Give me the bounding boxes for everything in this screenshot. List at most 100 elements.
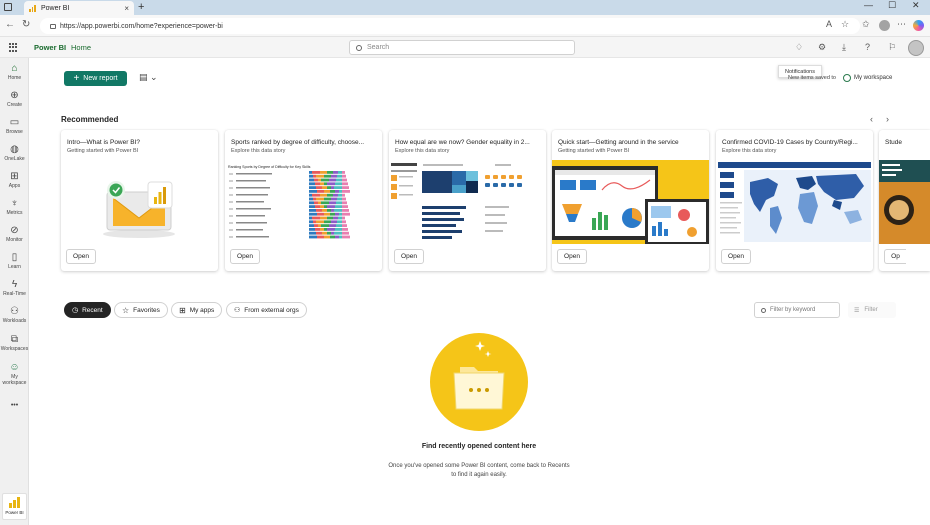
decorative-bar-segment: [342, 201, 347, 205]
decorative-bar-segment: [313, 197, 316, 201]
recommended-card[interactable]: Quick start—Getting around in the servic…: [552, 130, 709, 271]
recommended-card[interactable]: Intro—What is Power BI? Getting started …: [61, 130, 218, 271]
decorative-bar-segment: [342, 212, 350, 216]
new-report-button[interactable]: + New report: [64, 71, 127, 86]
nav-realtime[interactable]: ϟ Real-Time: [0, 279, 29, 297]
decorative-bar-segment: [342, 228, 348, 231]
nav-create[interactable]: ⊕ Create: [0, 90, 29, 108]
nav-monitor[interactable]: ⊘ Monitor: [0, 225, 29, 243]
filter-recent[interactable]: ◷ Recent: [64, 302, 111, 318]
favorite-star-icon[interactable]: ☆: [841, 19, 849, 30]
nav-metrics[interactable]: ♆ Metrics: [0, 198, 29, 216]
powerbi-tab-icon: [29, 4, 37, 12]
notifications-icon[interactable]: ♢: [795, 42, 803, 53]
carousel-next-icon[interactable]: ›: [886, 114, 889, 124]
decorative-bar-segment: [317, 212, 324, 216]
nav-workloads[interactable]: ⚇ Workloads: [0, 306, 29, 324]
tab-close-icon[interactable]: ×: [124, 4, 129, 13]
card-title: How equal are we now? Gender equality in…: [395, 139, 530, 146]
refresh-icon[interactable]: ↻: [22, 19, 30, 30]
nav-onelake[interactable]: ◍ OneLake: [0, 144, 29, 162]
filter-external-orgs[interactable]: ⚇ From external orgs: [226, 302, 307, 318]
nav-workspaces[interactable]: ⧉ Workspaces: [0, 334, 29, 352]
decorative-bar-segment: [330, 212, 335, 216]
powerbi-logo-icon: [3, 497, 26, 508]
decorative-bar-segment: [318, 178, 321, 182]
nav-my-workspace[interactable]: ☺ My workspace: [0, 362, 29, 386]
close-window-button[interactable]: ✕: [912, 0, 920, 11]
settings-gear-icon[interactable]: ⚙: [818, 42, 826, 53]
recommended-card[interactable]: Confirmed COVID-19 Cases by Country/Regi…: [716, 130, 873, 271]
filter-button[interactable]: ☰ Filter: [848, 302, 896, 318]
decorative-bar-segment: [342, 209, 349, 212]
nav-learn[interactable]: ▯ Learn: [0, 252, 29, 270]
open-button[interactable]: Open: [66, 249, 96, 264]
feedback-icon[interactable]: ⚐: [888, 42, 896, 53]
filter-my-apps[interactable]: ⊞ My apps: [171, 302, 223, 318]
left-navigation: ⌂ Home ⊕ Create ▭ Browse ◍ OneLake ⊞ App…: [0, 58, 29, 525]
filter-favorites[interactable]: ☆ Favorites: [114, 302, 168, 318]
decorative-bar-segment: [309, 193, 312, 197]
keyword-filter-input[interactable]: Filter by keyword: [754, 302, 840, 318]
new-tab-button[interactable]: +: [138, 1, 144, 13]
maximize-button[interactable]: ☐: [888, 0, 896, 11]
decorative-bar-segment: [314, 201, 318, 205]
decorative-bar-segment: [329, 178, 336, 182]
nav-home[interactable]: ⌂ Home: [0, 63, 29, 81]
browser-tab[interactable]: Power BI ×: [24, 1, 134, 15]
decorative-bar-segment: [342, 190, 350, 193]
workloads-icon: ⚇: [10, 306, 19, 317]
decorative-bar-segment: [309, 186, 316, 189]
decorative-bar-segment: [314, 178, 318, 182]
carousel-prev-icon[interactable]: ‹: [870, 114, 873, 124]
open-button[interactable]: Open: [721, 249, 751, 264]
recommended-card[interactable]: Stude Op: [879, 130, 930, 271]
open-button[interactable]: Op: [884, 249, 906, 264]
nav-more-button[interactable]: •••: [0, 402, 29, 409]
card-title: Stude: [885, 139, 902, 146]
open-button[interactable]: Open: [557, 249, 587, 264]
view-switcher-icon[interactable]: ▤ ⌄: [139, 72, 158, 83]
open-button[interactable]: Open: [230, 249, 260, 264]
browser-profile-avatar[interactable]: [879, 20, 890, 31]
nav-onelake-label: OneLake: [4, 156, 25, 162]
url-field[interactable]: https://app.powerbi.com/home?experience=…: [40, 18, 860, 34]
minimize-button[interactable]: —: [864, 0, 873, 10]
download-icon[interactable]: ⤓: [842, 42, 846, 53]
my-workspace-link[interactable]: My workspace: [843, 74, 892, 82]
app-header: Power BI Home Search ♢ ⚙ ⤓ ? ⚐: [0, 37, 930, 58]
powerbi-experience-switcher[interactable]: Power BI: [2, 493, 27, 520]
decorative-bar-segment: [321, 201, 329, 205]
favorites-bar-icon[interactable]: ✩: [862, 19, 870, 30]
more-menu-icon[interactable]: ⋯: [897, 19, 906, 30]
nav-apps[interactable]: ⊞ Apps: [0, 171, 29, 189]
decorative-bar-segment: [335, 212, 339, 216]
app-launcher-icon[interactable]: [9, 43, 18, 52]
user-avatar[interactable]: [908, 40, 924, 56]
recommended-card[interactable]: How equal are we now? Gender equality in…: [389, 130, 546, 271]
help-icon[interactable]: ?: [865, 42, 870, 52]
decorative-bar-segment: [324, 220, 331, 224]
search-input[interactable]: Search: [349, 40, 575, 55]
open-button[interactable]: Open: [394, 249, 424, 264]
new-items-note: New items saved to: [788, 75, 836, 81]
copilot-icon[interactable]: [913, 20, 924, 31]
decorative-bar-segment: [322, 186, 327, 189]
nav-browse[interactable]: ▭ Browse: [0, 117, 29, 135]
nav-home-label: Home: [7, 75, 22, 81]
recommended-card[interactable]: Sports ranked by degree of difficulty, c…: [225, 130, 382, 271]
breadcrumb[interactable]: Home: [71, 43, 91, 52]
read-aloud-icon[interactable]: A: [826, 19, 832, 29]
decorative-bar-segment: [342, 193, 345, 197]
brand-name[interactable]: Power BI: [34, 43, 66, 52]
decorative-bar-segment: [331, 197, 337, 201]
decorative-bar-segment: [342, 174, 346, 178]
tab-actions-icon[interactable]: [4, 3, 12, 11]
recommended-heading: Recommended: [61, 115, 119, 124]
decorative-bar-segment: [316, 209, 322, 212]
plus-icon: +: [73, 73, 80, 84]
workspaces-icon: ⧉: [10, 334, 19, 345]
back-icon[interactable]: ←: [5, 19, 15, 30]
decorative-bar-segment: [329, 201, 336, 205]
powerbi-tile-label: Power BI: [5, 510, 24, 515]
